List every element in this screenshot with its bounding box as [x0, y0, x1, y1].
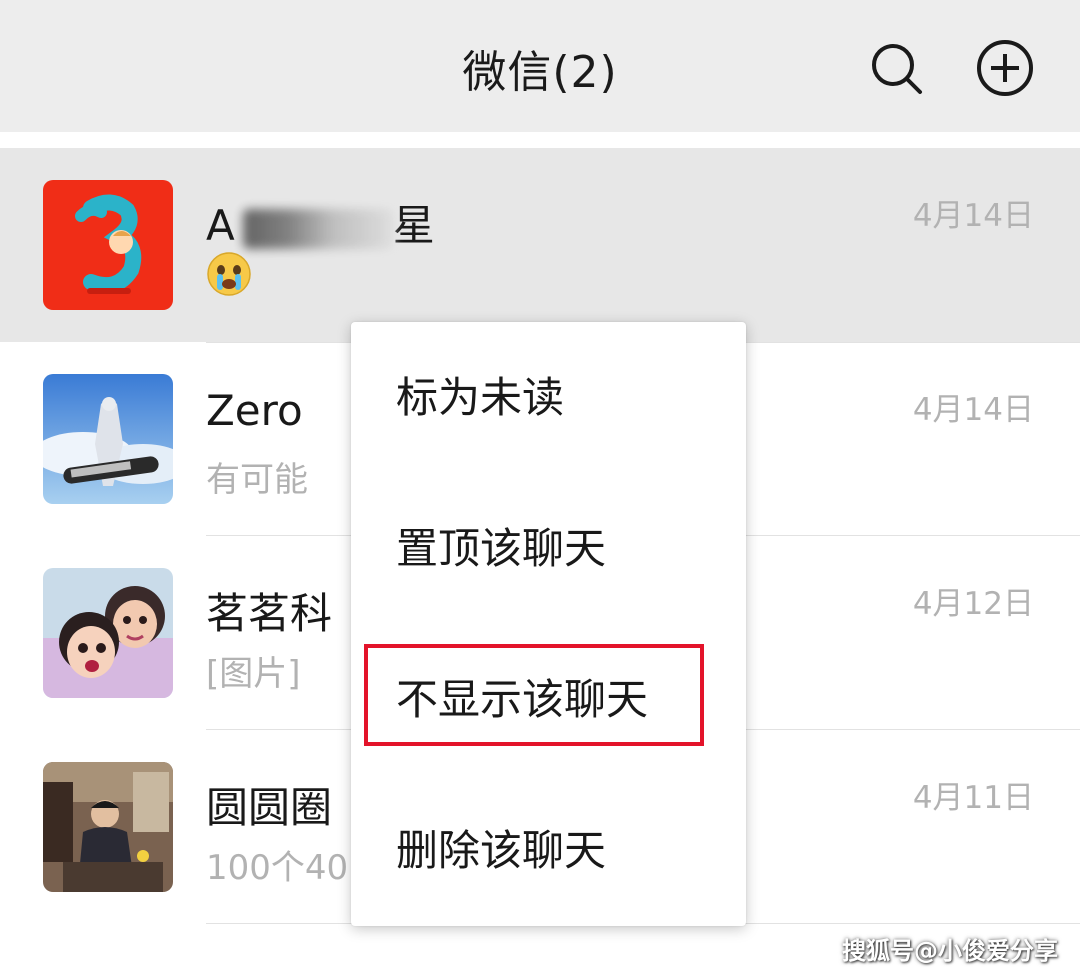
- chat-preview: 有可能: [206, 460, 308, 500]
- chat-name: Zero: [206, 386, 303, 435]
- menu-item-mark-unread[interactable]: 标为未读: [351, 322, 746, 473]
- blurred-name: [242, 208, 393, 249]
- chat-name: 茗茗科: [206, 589, 333, 638]
- chat-preview: [图片]: [206, 654, 301, 694]
- menu-item-delete-chat[interactable]: 删除该聊天: [351, 775, 746, 926]
- avatar: [43, 762, 173, 892]
- avatar: [43, 374, 173, 504]
- context-menu: 标为未读 置顶该聊天 不显示该聊天 删除该聊天: [351, 322, 746, 926]
- chat-row[interactable]: A星 4月14日: [0, 148, 1080, 342]
- chat-name: 圆圆圈: [206, 783, 333, 832]
- chat-date: 4月14日: [912, 392, 1034, 428]
- crying-emoji-icon: [207, 252, 251, 296]
- search-icon[interactable]: [866, 38, 926, 98]
- chat-date: 4月14日: [912, 198, 1034, 234]
- chat-name: A星: [206, 201, 435, 250]
- menu-item-pin-chat[interactable]: 置顶该聊天: [351, 473, 746, 624]
- watermark: 搜狐号@小俊爱分享: [842, 937, 1058, 965]
- highlight-box: [364, 644, 704, 746]
- chat-preview: 100个40: [206, 848, 349, 888]
- top-bar: 微信(2): [0, 0, 1080, 132]
- plus-circle-icon[interactable]: [975, 38, 1035, 98]
- chat-date: 4月12日: [912, 586, 1034, 622]
- avatar: [43, 568, 173, 698]
- avatar: [43, 180, 173, 310]
- chat-date: 4月11日: [912, 780, 1034, 816]
- header-gap: [0, 132, 1080, 148]
